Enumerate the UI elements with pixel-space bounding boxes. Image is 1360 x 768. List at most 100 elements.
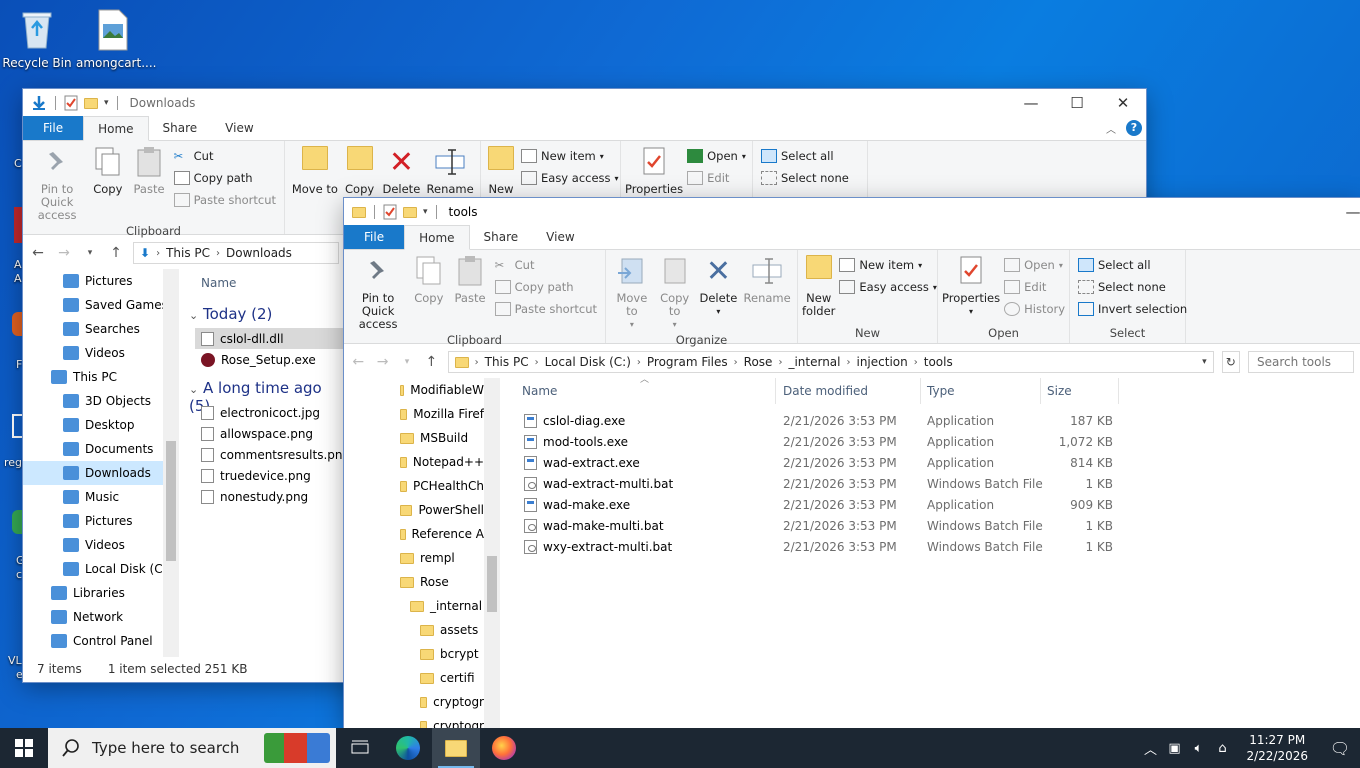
tab-home[interactable]: Home bbox=[83, 116, 149, 141]
nav-item[interactable]: Saved Games bbox=[51, 293, 179, 317]
close-button[interactable]: ✕ bbox=[1100, 89, 1146, 117]
tools-nav-scrollbar[interactable] bbox=[484, 378, 500, 728]
tab-view[interactable]: View bbox=[532, 225, 588, 249]
crumb-injection[interactable]: injection bbox=[856, 355, 907, 369]
tab-view[interactable]: View bbox=[211, 116, 267, 140]
nav-item[interactable]: Control Panel bbox=[51, 629, 179, 653]
crumb-internal[interactable]: _internal bbox=[788, 355, 840, 369]
nav-folder-item[interactable]: Mozilla Firef bbox=[400, 402, 484, 426]
help-icon[interactable]: ? bbox=[1126, 120, 1142, 136]
pin-quick-access-button[interactable]: Pin to Quick access bbox=[27, 144, 87, 222]
notifications-icon[interactable]: 🗨︎ bbox=[1320, 739, 1360, 758]
file-row[interactable]: wad-extract-multi.bat 2/21/2026 3:53 PM Wi… bbox=[516, 474, 1119, 495]
cut-button[interactable]: ✂ Cut bbox=[174, 146, 276, 166]
select-none-button[interactable]: Select none bbox=[761, 168, 859, 188]
file-row[interactable]: nonestudy.png bbox=[195, 486, 308, 507]
nav-folder-item[interactable]: _internal bbox=[400, 594, 484, 618]
firefox-button[interactable] bbox=[480, 728, 528, 768]
copy-path-button[interactable]: Copy path bbox=[173, 168, 276, 188]
copy-button[interactable]: Copy bbox=[87, 144, 128, 222]
file-row[interactable]: mod-tools.exe 2/21/2026 3:53 PM Applicatio… bbox=[516, 432, 1119, 453]
tab-file[interactable]: File bbox=[344, 225, 405, 249]
crumb-downloads[interactable]: Downloads bbox=[226, 246, 292, 260]
recent-dropdown-icon[interactable]: ▾ bbox=[399, 357, 415, 367]
copy-path-button[interactable]: Copy path bbox=[494, 277, 597, 297]
copy-to-button[interactable]: Copy to ▾ bbox=[654, 253, 696, 331]
up-arrow-icon[interactable]: ↑ bbox=[107, 245, 125, 261]
copy-button[interactable]: Copy bbox=[408, 253, 449, 331]
forward-arrow-icon[interactable]: → bbox=[374, 354, 390, 370]
nav-item[interactable]: Music bbox=[51, 485, 179, 509]
properties-button[interactable]: Properties ▾ bbox=[942, 253, 1000, 324]
rename-button[interactable]: Rename bbox=[741, 253, 793, 331]
back-arrow-icon[interactable]: ← bbox=[350, 354, 366, 370]
crumb-this-pc[interactable]: This PC bbox=[166, 246, 210, 260]
open-button[interactable]: Open ▾ bbox=[1004, 255, 1065, 275]
show-hidden-icons[interactable]: ︿ bbox=[1138, 739, 1162, 758]
nav-item[interactable]: Pictures bbox=[51, 269, 179, 293]
down-arrow-icon[interactable] bbox=[31, 95, 47, 111]
minimize-button[interactable]: — bbox=[1008, 89, 1054, 117]
nav-scrollbar[interactable] bbox=[163, 269, 179, 657]
new-item-button[interactable]: New item ▾ bbox=[521, 146, 619, 166]
file-row-selected[interactable]: cslol-dll.dll bbox=[195, 328, 345, 349]
start-button[interactable] bbox=[0, 728, 48, 768]
file-row[interactable]: allowspace.png bbox=[195, 423, 313, 444]
collapse-ribbon-icon[interactable]: ︿ bbox=[1106, 121, 1116, 136]
new-folder-icon[interactable] bbox=[84, 97, 98, 109]
nav-folder-item[interactable]: assets bbox=[400, 618, 484, 642]
nav-item[interactable]: This PC bbox=[51, 365, 179, 389]
network-status-icon[interactable]: ▣ bbox=[1162, 741, 1186, 756]
refresh-icon[interactable]: ↻ bbox=[1221, 351, 1241, 373]
select-all-button[interactable]: Select all bbox=[1078, 255, 1187, 275]
nav-item[interactable]: Videos bbox=[51, 341, 179, 365]
nav-folder-item[interactable]: PCHealthCh bbox=[400, 474, 484, 498]
file-row[interactable]: cslol-diag.exe 2/21/2026 3:53 PM Applicati… bbox=[516, 411, 1119, 432]
file-row[interactable]: electronicoct.jpg bbox=[195, 402, 320, 423]
nav-item[interactable]: Searches bbox=[51, 317, 179, 341]
crumb-program-files[interactable]: Program Files bbox=[647, 355, 728, 369]
up-arrow-icon[interactable]: ↑ bbox=[423, 354, 439, 370]
name-column-header[interactable]: Name bbox=[201, 276, 236, 290]
maximize-button[interactable]: ☐ bbox=[1054, 89, 1100, 117]
file-row[interactable]: wxy-extract-multi.bat 2/21/2026 3:53 PM Wi… bbox=[516, 537, 1119, 558]
nav-folder-item[interactable]: bcrypt bbox=[400, 642, 484, 666]
open-button[interactable]: Open ▾ bbox=[687, 146, 746, 166]
downloads-titlebar[interactable]: ▾ Downloads — ☐ ✕ bbox=[23, 89, 1146, 117]
file-row[interactable]: commentsresults.png bbox=[195, 444, 350, 465]
nav-folder-item[interactable]: Notepad++ bbox=[400, 450, 484, 474]
amongcart-shortcut[interactable]: amongcart.... bbox=[76, 8, 156, 70]
new-folder-icon[interactable] bbox=[403, 206, 417, 218]
select-none-button[interactable]: Select none bbox=[1078, 277, 1187, 297]
file-row[interactable]: wad-make-multi.bat 2/21/2026 3:53 PM Windo… bbox=[516, 516, 1119, 537]
new-folder-button[interactable]: New folder bbox=[802, 253, 835, 324]
tab-home[interactable]: Home bbox=[404, 225, 470, 250]
minimize-button[interactable]: — bbox=[1346, 198, 1360, 226]
nav-item[interactable]: Videos bbox=[51, 533, 179, 557]
crumb-tools[interactable]: tools bbox=[924, 355, 953, 369]
nav-item[interactable]: Network bbox=[51, 605, 179, 629]
breadcrumb[interactable]: › This PC › Local Disk (C:) › Program File… bbox=[447, 351, 1214, 373]
nav-item[interactable]: 3D Objects bbox=[51, 389, 179, 413]
file-row[interactable]: wad-extract.exe 2/21/2026 3:53 PM Applicat… bbox=[516, 453, 1119, 474]
address-dropdown-icon[interactable]: ▾ bbox=[1202, 357, 1207, 367]
nav-folder-item[interactable]: rempl bbox=[400, 546, 484, 570]
nav-scroll-thumb[interactable] bbox=[166, 441, 176, 561]
paste-button[interactable]: Paste bbox=[449, 253, 490, 331]
tools-nav-scroll-thumb[interactable] bbox=[487, 556, 497, 612]
search-input[interactable] bbox=[1248, 351, 1355, 373]
nav-item[interactable]: Desktop bbox=[51, 413, 179, 437]
back-arrow-icon[interactable]: ← bbox=[29, 245, 47, 261]
tab-share[interactable]: Share bbox=[470, 225, 533, 249]
taskbar-search[interactable]: Type here to search bbox=[48, 728, 336, 768]
crumb-local-disk[interactable]: Local Disk (C:) bbox=[545, 355, 631, 369]
tools-titlebar[interactable]: ▾ tools — bbox=[344, 198, 1360, 226]
nav-item[interactable]: Pictures bbox=[51, 509, 179, 533]
date-column-header[interactable]: Date modified bbox=[777, 378, 921, 404]
properties-icon[interactable] bbox=[383, 204, 397, 220]
cut-button[interactable]: ✂ Cut bbox=[495, 255, 597, 275]
edge-button[interactable] bbox=[384, 728, 432, 768]
task-view-button[interactable] bbox=[336, 728, 384, 768]
nav-folder-item[interactable]: MSBuild bbox=[400, 426, 484, 450]
recent-dropdown-icon[interactable]: ▾ bbox=[81, 248, 99, 258]
